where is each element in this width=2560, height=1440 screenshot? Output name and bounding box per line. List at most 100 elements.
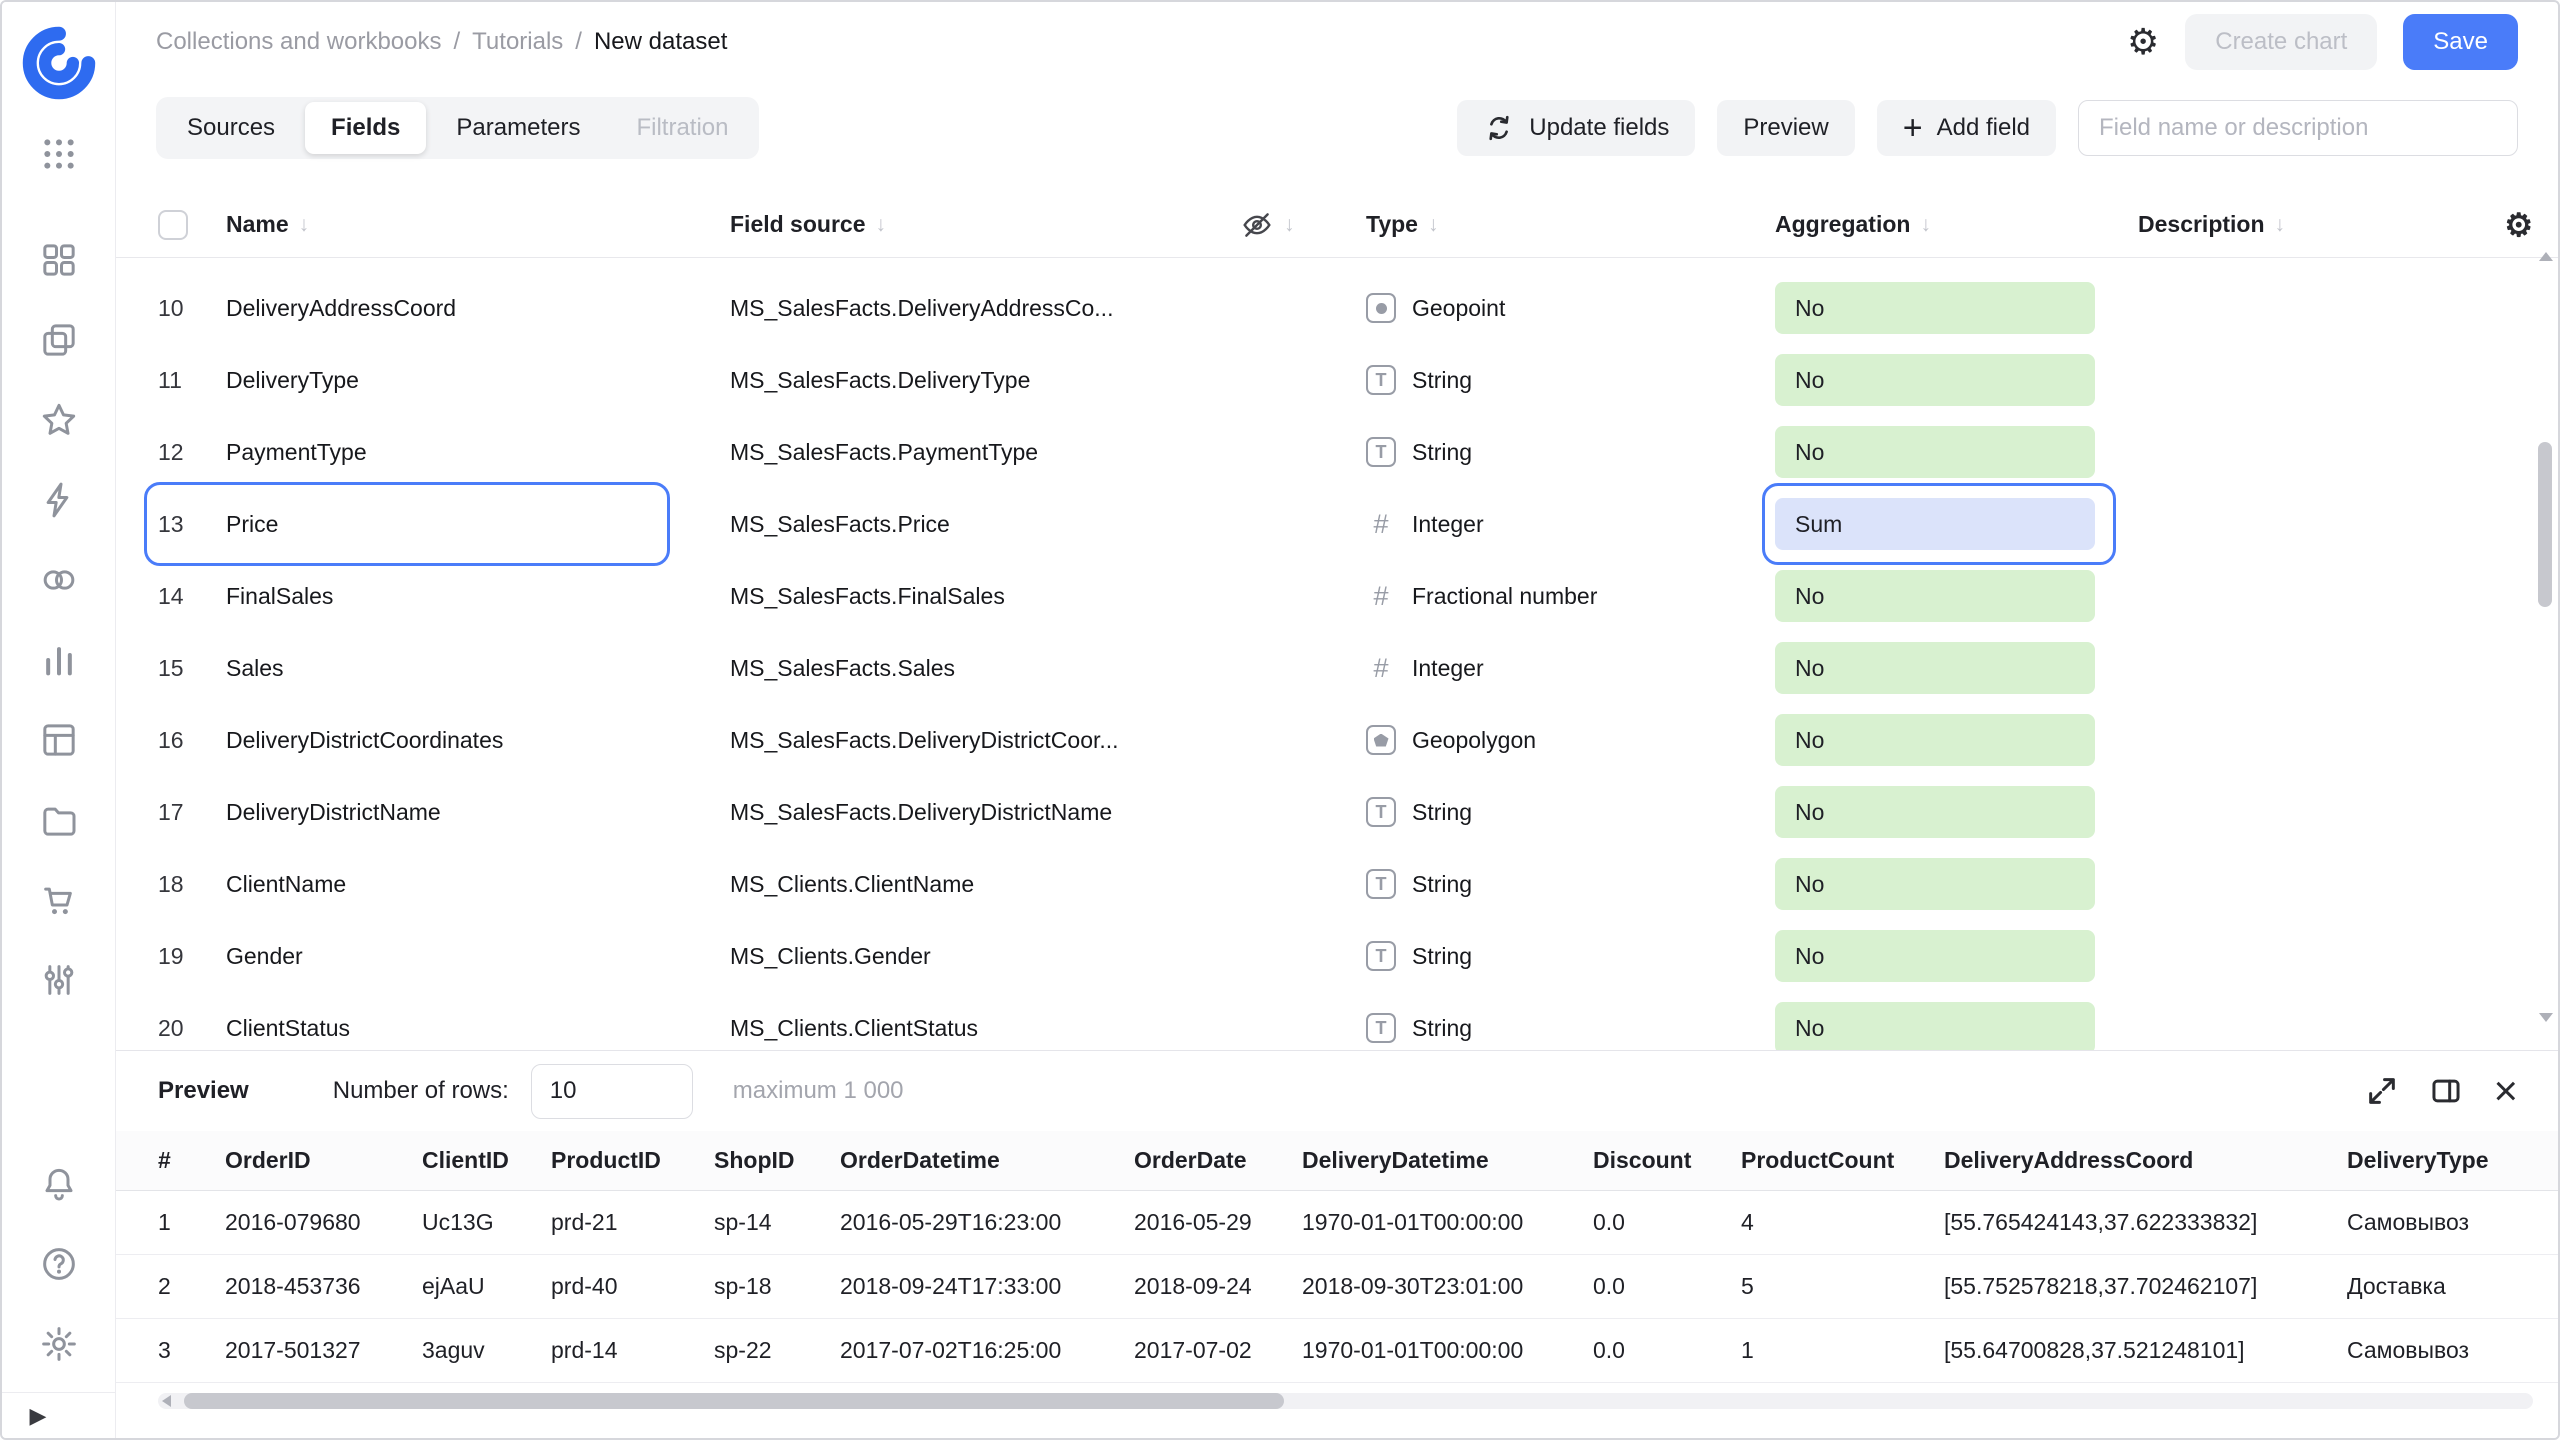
field-type[interactable]: String: [1340, 797, 1775, 827]
field-type[interactable]: String: [1340, 941, 1775, 971]
aggregation-select[interactable]: No: [1775, 570, 2110, 622]
breadcrumb-tutorials[interactable]: Tutorials: [472, 28, 563, 56]
table-row[interactable]: 20ClientStatusMS_Clients.ClientStatusStr…: [158, 992, 2533, 1050]
field-type[interactable]: String: [1340, 365, 1775, 395]
sidebar-collapse-button[interactable]: ▶: [2, 1392, 116, 1438]
number-type-icon: [1366, 653, 1396, 683]
field-name[interactable]: PaymentType: [226, 439, 730, 466]
preview-body: 12016-079680Uc13Gprd-21sp-142016-05-29T1…: [116, 1191, 2558, 1383]
field-type[interactable]: Geopoint: [1340, 293, 1775, 323]
field-type[interactable]: String: [1340, 437, 1775, 467]
favorites-star-icon[interactable]: [27, 388, 91, 452]
tab-fields[interactable]: Fields: [305, 102, 426, 154]
column-header-source[interactable]: Field source ↓: [730, 211, 1240, 238]
string-type-icon: [1366, 437, 1396, 467]
field-name[interactable]: FinalSales: [226, 583, 730, 610]
aggregation-select[interactable]: No: [1775, 354, 2110, 406]
vertical-scrollbar-thumb[interactable]: [2538, 442, 2552, 607]
field-name[interactable]: Price: [226, 511, 730, 538]
preview-cell: 2: [158, 1273, 225, 1300]
marketplace-cart-icon[interactable]: [27, 868, 91, 932]
field-name[interactable]: DeliveryType: [226, 367, 730, 394]
preview-button[interactable]: Preview: [1717, 100, 1854, 156]
table-row[interactable]: 19GenderMS_Clients.GenderStringNo: [158, 920, 2533, 992]
collections-icon[interactable]: [27, 228, 91, 292]
column-header-description[interactable]: Description ↓: [2110, 211, 2471, 238]
scroll-left-arrow-icon[interactable]: [162, 1395, 171, 1407]
aggregation-select[interactable]: No: [1775, 642, 2110, 694]
dashboards-table-icon[interactable]: [27, 708, 91, 772]
field-type[interactable]: String: [1340, 869, 1775, 899]
field-type[interactable]: String: [1340, 1013, 1775, 1043]
field-type[interactable]: Integer: [1340, 509, 1775, 539]
aggregation-select[interactable]: No: [1775, 714, 2110, 766]
field-name[interactable]: Sales: [226, 655, 730, 682]
charts-icon[interactable]: [27, 628, 91, 692]
apps-grid-icon[interactable]: [27, 122, 91, 186]
column-label-description: Description: [2138, 211, 2265, 238]
add-field-button[interactable]: + Add field: [1877, 100, 2056, 156]
rows-count-input[interactable]: [531, 1064, 693, 1119]
datalens-logo-icon[interactable]: [18, 22, 100, 104]
aggregation-select[interactable]: No: [1775, 426, 2110, 478]
table-row[interactable]: 14FinalSalesMS_SalesFacts.FinalSalesFrac…: [158, 560, 2533, 632]
field-name[interactable]: Gender: [226, 943, 730, 970]
table-row[interactable]: 15SalesMS_SalesFacts.SalesIntegerNo: [158, 632, 2533, 704]
split-view-icon[interactable]: [2429, 1074, 2463, 1108]
table-settings-gear-icon[interactable]: ⚙: [2504, 209, 2533, 241]
geopolygon-type-icon: [1366, 725, 1396, 755]
aggregation-value: No: [1775, 858, 2095, 910]
tab-sources[interactable]: Sources: [161, 102, 301, 154]
create-chart-button[interactable]: Create chart: [2185, 14, 2377, 70]
field-name[interactable]: DeliveryAddressCoord: [226, 295, 730, 322]
table-row[interactable]: 18ClientNameMS_Clients.ClientNameStringN…: [158, 848, 2533, 920]
save-button[interactable]: Save: [2403, 14, 2518, 70]
field-type[interactable]: Integer: [1340, 653, 1775, 683]
tab-parameters[interactable]: Parameters: [430, 102, 606, 154]
field-type[interactable]: Geopolygon: [1340, 725, 1775, 755]
expand-icon[interactable]: [2365, 1074, 2399, 1108]
row-number: 20: [158, 1015, 226, 1042]
dataset-settings-gear-icon[interactable]: ⚙: [2127, 24, 2159, 60]
help-question-icon[interactable]: [27, 1232, 91, 1296]
field-search-input[interactable]: [2078, 100, 2518, 156]
scroll-up-arrow-icon[interactable]: [2539, 252, 2553, 261]
aggregation-select[interactable]: No: [1775, 786, 2110, 838]
aggregation-select[interactable]: No: [1775, 282, 2110, 334]
field-name[interactable]: ClientName: [226, 871, 730, 898]
aggregation-select[interactable]: No: [1775, 930, 2110, 982]
field-name[interactable]: ClientStatus: [226, 1015, 730, 1042]
table-row[interactable]: 10DeliveryAddressCoordMS_SalesFacts.Deli…: [158, 272, 2533, 344]
scroll-down-arrow-icon[interactable]: [2539, 1013, 2553, 1022]
aggregation-select[interactable]: No: [1775, 1002, 2110, 1050]
breadcrumb-collections[interactable]: Collections and workbooks: [156, 28, 441, 56]
field-name[interactable]: DeliveryDistrictCoordinates: [226, 727, 730, 754]
close-icon[interactable]: ×: [2493, 1074, 2518, 1108]
connections-bolt-icon[interactable]: [27, 468, 91, 532]
column-header-name[interactable]: Name ↓: [226, 211, 730, 238]
table-row[interactable]: 16DeliveryDistrictCoordinatesMS_SalesFac…: [158, 704, 2533, 776]
services-sliders-icon[interactable]: [27, 948, 91, 1012]
horizontal-scrollbar-thumb[interactable]: [184, 1393, 1284, 1409]
update-fields-button[interactable]: Update fields: [1457, 100, 1695, 156]
column-header-aggregation[interactable]: Aggregation ↓: [1775, 211, 2110, 238]
field-type[interactable]: Fractional number: [1340, 581, 1775, 611]
datasets-icon[interactable]: [27, 548, 91, 612]
aggregation-select[interactable]: No: [1775, 858, 2110, 910]
column-header-visibility[interactable]: ↓: [1240, 208, 1340, 242]
vertical-scrollbar[interactable]: [2538, 252, 2552, 1022]
horizontal-scrollbar[interactable]: [158, 1393, 2533, 1409]
table-row[interactable]: 12PaymentTypeMS_SalesFacts.PaymentTypeSt…: [158, 416, 2533, 488]
table-row[interactable]: 11DeliveryTypeMS_SalesFacts.DeliveryType…: [158, 344, 2533, 416]
field-name[interactable]: DeliveryDistrictName: [226, 799, 730, 826]
workbooks-icon[interactable]: [27, 308, 91, 372]
storage-folder-icon[interactable]: [27, 788, 91, 852]
preview-cell: [55.752578218,37.702462107]: [1944, 1273, 2347, 1300]
table-row[interactable]: 13PriceMS_SalesFacts.PriceIntegerSum: [158, 488, 2533, 560]
aggregation-select[interactable]: Sum: [1775, 498, 2110, 550]
notifications-bell-icon[interactable]: [27, 1152, 91, 1216]
column-header-type[interactable]: Type ↓: [1340, 211, 1775, 238]
settings-gear-icon-sidebar[interactable]: [27, 1312, 91, 1376]
select-all-checkbox[interactable]: [158, 210, 188, 240]
table-row[interactable]: 17DeliveryDistrictNameMS_SalesFacts.Deli…: [158, 776, 2533, 848]
